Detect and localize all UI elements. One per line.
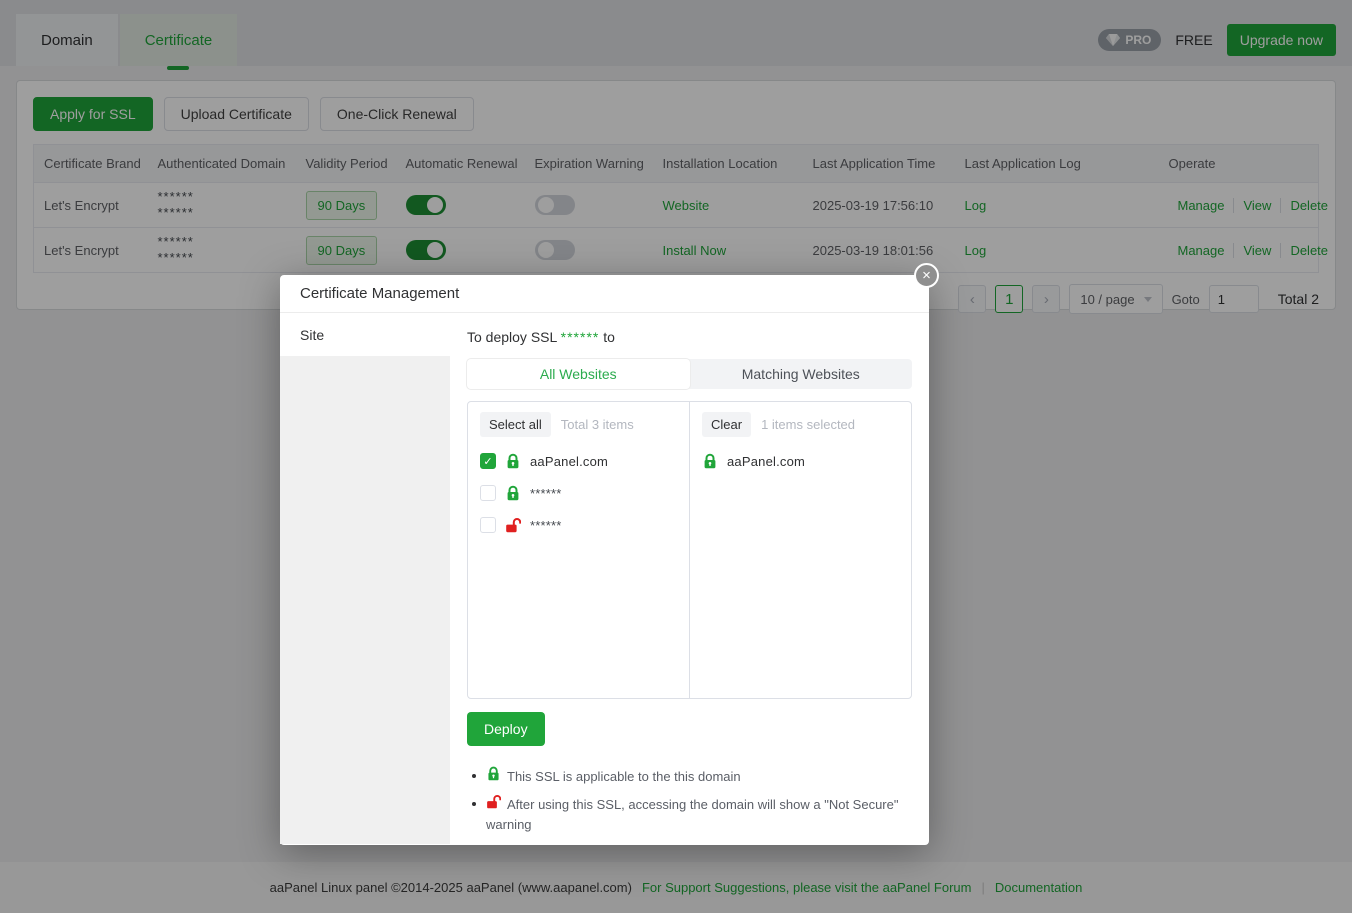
ssl-notes: This SSL is applicable to the this domai… [467,766,912,835]
list-item[interactable]: aaPanel.com [690,445,911,477]
checkbox-unchecked[interactable] [480,485,496,501]
deploy-ssl-text: To deploy SSL ****** to [467,329,912,345]
certificate-management-modal: × Certificate Management Site To deploy … [280,275,929,845]
note-text: This SSL is applicable to the this domai… [507,769,741,784]
checkbox-unchecked[interactable] [480,517,496,533]
source-count: Total 3 items [561,417,634,432]
tab-matching-websites[interactable]: Matching Websites [690,359,913,389]
modal-content: To deploy SSL ****** to All Websites Mat… [450,313,929,844]
select-all-button[interactable]: Select all [480,412,551,437]
transfer-source-panel: Select all Total 3 items ✓ aaPanel.com [468,402,690,698]
close-button[interactable]: × [914,263,939,288]
note-text: After using this SSL, accessing the doma… [486,797,898,832]
secure-lock-icon [702,453,718,469]
checkbox-checked[interactable]: ✓ [480,453,496,469]
secure-lock-icon [505,485,521,501]
list-item[interactable]: ****** [468,509,689,541]
site-label: ****** [530,486,562,501]
insecure-lock-icon [486,794,507,809]
sidebar-item-site[interactable]: Site [280,313,450,356]
check-icon: ✓ [483,455,492,468]
ssl-name: ****** [561,329,600,345]
insecure-lock-icon [505,517,521,533]
secure-lock-icon [505,453,521,469]
clear-button[interactable]: Clear [702,412,751,437]
modal-title: Certificate Management [280,275,929,313]
bullet-icon [472,802,476,806]
secure-lock-icon [486,766,507,781]
transfer-target-panel: Clear 1 items selected aaPanel.com [690,402,911,698]
close-icon: × [922,268,931,283]
site-label: ****** [530,518,562,533]
note-insecure: After using this SSL, accessing the doma… [467,794,912,835]
deploy-text-prefix: To deploy SSL [467,329,557,345]
site-label: aaPanel.com [727,454,805,469]
website-scope-tabs: All Websites Matching Websites [467,359,912,389]
site-label: aaPanel.com [530,454,608,469]
bullet-icon [472,774,476,778]
note-secure: This SSL is applicable to the this domai… [467,766,912,787]
list-item[interactable]: ✓ aaPanel.com [468,445,689,477]
deploy-button[interactable]: Deploy [467,712,545,746]
website-transfer-list: Select all Total 3 items ✓ aaPanel.com [467,401,912,699]
modal-sidebar: Site [280,313,450,844]
tab-all-websites[interactable]: All Websites [467,359,690,389]
deploy-text-suffix: to [603,329,615,345]
list-item[interactable]: ****** [468,477,689,509]
selected-count: 1 items selected [761,417,855,432]
